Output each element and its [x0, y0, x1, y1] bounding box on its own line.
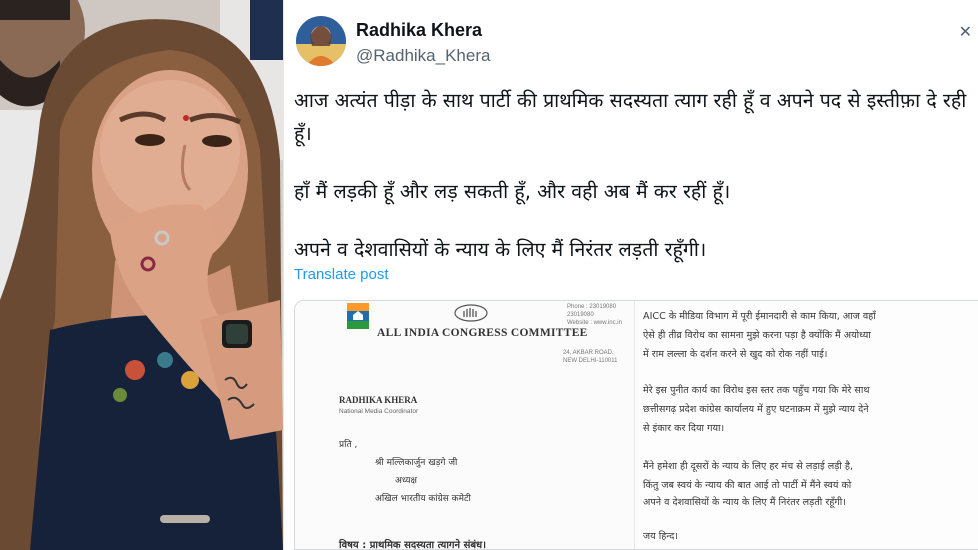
- letter-line: AICC के मीडिया विभाग में पूरी ईमानदारी स…: [643, 311, 876, 322]
- translate-post-link[interactable]: Translate post: [294, 266, 389, 283]
- author-avatar[interactable]: [296, 16, 346, 66]
- tweet-paragraph: हाँ मैं लड़की हूँ और लड़ सकती हूँ, और वह…: [294, 180, 731, 203]
- author-name[interactable]: Radhika Khera: [356, 20, 482, 41]
- tweet-paragraph: अपने व देशवासियों के न्याय के लिए मैं नि…: [294, 238, 707, 261]
- letter-line: में राम लल्ला के दर्शन करने से खुद को रो…: [643, 349, 828, 360]
- letterhead-phone: Phone : 23019080 23019080 Website : www.…: [567, 304, 622, 326]
- sender-name: RADHIKA KHERA: [339, 395, 418, 405]
- congress-logo-icon: [347, 303, 369, 329]
- letter-line: अपने व देशवासियों के न्याय के लिए मैं नि…: [643, 497, 846, 508]
- letterhead-title: ALL INDIA CONGRESS COMMITTEE: [377, 327, 588, 339]
- author-handle[interactable]: @Radhika_Khera: [356, 46, 490, 66]
- letter-page-right: AICC के मीडिया विभाग में पूरी ईमानदारी स…: [635, 301, 978, 549]
- hand-emblem-icon: [454, 304, 488, 322]
- recipient-line: अध्यक्ष: [395, 476, 417, 486]
- sender-title: National Media Coordinator: [339, 408, 419, 415]
- letter-line: मेरे इस पुनीत कार्य का विरोध इस स्तर तक …: [643, 385, 870, 396]
- letterhead-address: 24, AKBAR ROAD, NEW DELHI-110011: [563, 350, 618, 364]
- recipient-label: प्रति ,: [339, 440, 358, 450]
- letter-subject: विषय : प्राथमिक सदस्यता त्यागने संबंध।: [339, 537, 486, 549]
- letter-line: जय हिन्द।: [643, 531, 679, 542]
- avatar-image: [296, 16, 346, 66]
- recipient-line: श्री मल्लिकार्जुन खड़गे जी: [375, 458, 458, 468]
- letter-line: छत्तीसगढ़ प्रदेश कांग्रेस कार्यालय में ह…: [643, 404, 869, 415]
- tweet-paragraph: आज अत्यंत पीड़ा के साथ पार्टी की प्राथमि…: [294, 89, 967, 145]
- tweet-text: आज अत्यंत पीड़ा के साथ पार्टी की प्राथमि…: [294, 84, 974, 291]
- close-icon[interactable]: ✕: [959, 22, 972, 41]
- recipient-line: अखिल भारतीय कांग्रेस कमेटी: [375, 494, 471, 504]
- tweet-card: Radhika Khera @Radhika_Khera ✕ आज अत्यंत…: [283, 0, 978, 550]
- letter-line: से इंकार कर दिया गया।: [643, 423, 725, 434]
- photo-illustration: [0, 0, 283, 550]
- letter-page-left: Phone : 23019080 23019080 Website : www.…: [295, 301, 635, 549]
- attached-letter-image[interactable]: Phone : 23019080 23019080 Website : www.…: [294, 300, 978, 550]
- letter-line: मैंने हमेशा ही दूसरों के न्याय के लिए हर…: [643, 461, 854, 472]
- letter-line: ऐसे ही तीव्र विरोध का सामना मुझे करना पड…: [643, 330, 871, 341]
- news-photo: [0, 0, 283, 550]
- letter-line: किंतु जब स्वयं के न्याय की बात आई तो पार…: [643, 480, 852, 491]
